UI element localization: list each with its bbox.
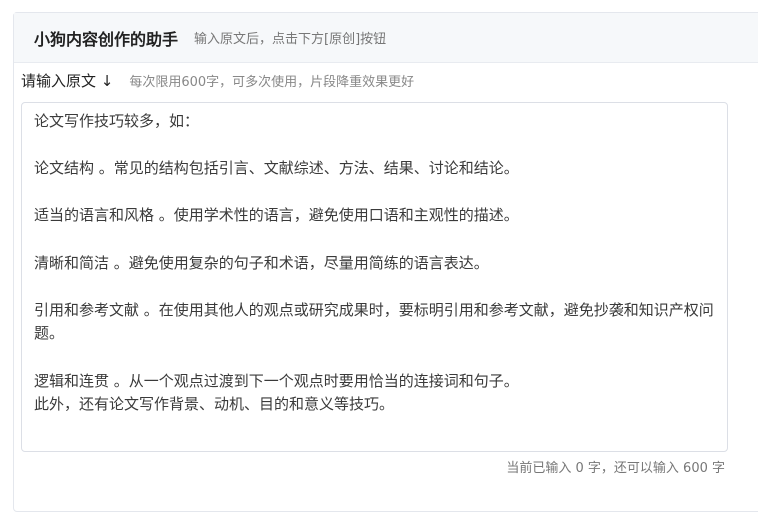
card-header: 小狗内容创作的助手 输入原文后，点击下方[原创]按钮: [14, 13, 758, 63]
page-title: 小狗内容创作的助手: [34, 29, 179, 49]
input-label: 请输入原文 ↓: [21, 72, 114, 90]
input-label-row: 请输入原文 ↓ 每次限用600字，可多次使用，片段降重效果更好: [21, 70, 414, 91]
page-subtitle: 输入原文后，点击下方[原创]按钮: [194, 32, 387, 47]
input-hint: 每次限用600字，可多次使用，片段降重效果更好: [129, 75, 415, 90]
character-counter: 当前已输入 0 字，还可以输入 600 字: [506, 461, 725, 476]
original-text-input[interactable]: 论文写作技巧较多，如： 论文结构 。常见的结构包括引言、文献综述、方法、结果、讨…: [21, 102, 728, 452]
